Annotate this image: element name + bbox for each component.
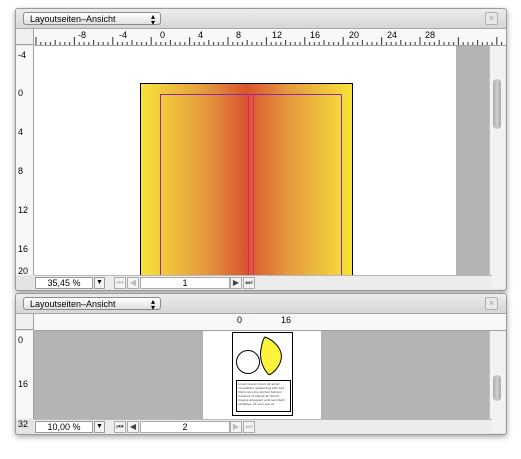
ruler-label: 20	[349, 30, 360, 40]
scroll-thumb[interactable]	[493, 79, 501, 129]
ruler-label: 12	[272, 30, 283, 40]
first-page-icon[interactable]: ⏮	[114, 421, 126, 433]
next-page-icon[interactable]: ▶	[230, 421, 242, 433]
margin-guide	[160, 94, 342, 275]
close-icon[interactable]: ×	[485, 297, 498, 310]
prev-page-icon[interactable]: ◀	[127, 421, 139, 433]
ruler-label: -8	[78, 30, 87, 40]
vertical-scrollbar[interactable]	[489, 331, 505, 433]
ruler-label: 28	[425, 30, 436, 40]
page-field[interactable]: 1	[140, 277, 230, 289]
ruler-origin[interactable]	[16, 314, 34, 330]
ruler-label: 16	[281, 315, 292, 325]
document-canvas[interactable]	[34, 46, 456, 275]
ruler-label: 4	[198, 30, 204, 40]
ruler-label: 16	[18, 244, 29, 254]
spine-guide	[253, 94, 254, 275]
ruler-label: 0	[18, 88, 24, 98]
zoom-field[interactable]: 10,00 %	[35, 421, 93, 433]
ruler-label: 0	[160, 30, 166, 40]
spine-guide	[248, 94, 249, 275]
close-icon[interactable]: ×	[485, 12, 498, 25]
ruler-label: -4	[18, 50, 27, 60]
page-field[interactable]: 2	[140, 421, 230, 433]
ruler-label: 16	[18, 379, 29, 389]
view-selector-label: Layoutseiten–Ansicht	[30, 299, 116, 309]
dropdown-icon[interactable]: ▼	[94, 421, 105, 433]
text-frame: Lorem ipsum dolor sit amet consetetur sa…	[236, 380, 291, 412]
view-selector-label: Layoutseiten–Ansicht	[30, 14, 116, 24]
ruler-ticks	[35, 37, 503, 45]
status-bar: 35,45 % ▼ ⏮ ◀ 1 ▶ ⏭	[34, 275, 492, 290]
view-selector[interactable]: Layoutseiten–Ansicht ▴ ▾	[23, 297, 161, 312]
layout-window-top: Layoutseiten–Ansicht ▴ ▾ × -8 -4 0 4 8 12…	[15, 8, 507, 291]
first-page-icon[interactable]: ⏮	[114, 277, 126, 289]
zoom-field[interactable]: 35,45 %	[35, 277, 93, 289]
updown-arrows-icon: ▴ ▾	[150, 297, 155, 312]
pasteboard	[456, 46, 489, 275]
window-titlebar: Layoutseiten–Ansicht ▴ ▾ ×	[16, 9, 506, 29]
ruler-label: 20	[18, 266, 29, 276]
document-canvas[interactable]: Lorem ipsum dolor sit amet consetetur sa…	[203, 331, 321, 419]
vertical-scrollbar[interactable]	[489, 46, 505, 289]
horizontal-ruler[interactable]: 0 16	[34, 314, 506, 331]
ruler-label: 4	[18, 127, 24, 137]
last-page-icon[interactable]: ⏭	[243, 421, 255, 433]
last-page-icon[interactable]: ⏭	[243, 277, 255, 289]
ruler-label: 12	[18, 205, 29, 215]
scroll-thumb[interactable]	[493, 375, 501, 401]
prev-page-icon[interactable]: ◀	[127, 277, 139, 289]
vertical-ruler[interactable]: 0 16 32	[16, 331, 34, 429]
vertical-ruler[interactable]: -4 0 4 8 12 16 20	[16, 46, 34, 276]
window-titlebar: Layoutseiten–Ansicht ▴ ▾ ×	[16, 294, 506, 314]
ruler-label: 8	[236, 30, 242, 40]
layout-window-bottom: Layoutseiten–Ansicht ▴ ▾ × 0 16 0 16 32 L…	[15, 293, 507, 435]
ruler-label: 8	[18, 166, 24, 176]
next-page-icon[interactable]: ▶	[230, 277, 242, 289]
dropdown-icon[interactable]: ▼	[94, 277, 105, 289]
status-bar: 10,00 % ▼ ⏮ ◀ 2 ▶ ⏭	[34, 419, 492, 434]
horizontal-ruler[interactable]: -8 -4 0 4 8 12 16 20 24 28	[34, 29, 506, 46]
ruler-label: 0	[18, 335, 24, 345]
updown-arrows-icon: ▴ ▾	[150, 12, 155, 27]
view-selector[interactable]: Layoutseiten–Ansicht ▴ ▾	[23, 12, 161, 27]
ruler-label: 24	[387, 30, 398, 40]
ruler-label: 0	[237, 315, 243, 325]
blob-shape	[260, 336, 282, 375]
ruler-label: -4	[119, 30, 128, 40]
ruler-origin[interactable]	[16, 29, 34, 45]
ruler-label: 32	[18, 419, 29, 429]
ruler-label: 16	[310, 30, 321, 40]
page-thumbnail[interactable]: Lorem ipsum dolor sit amet consetetur sa…	[232, 332, 293, 416]
